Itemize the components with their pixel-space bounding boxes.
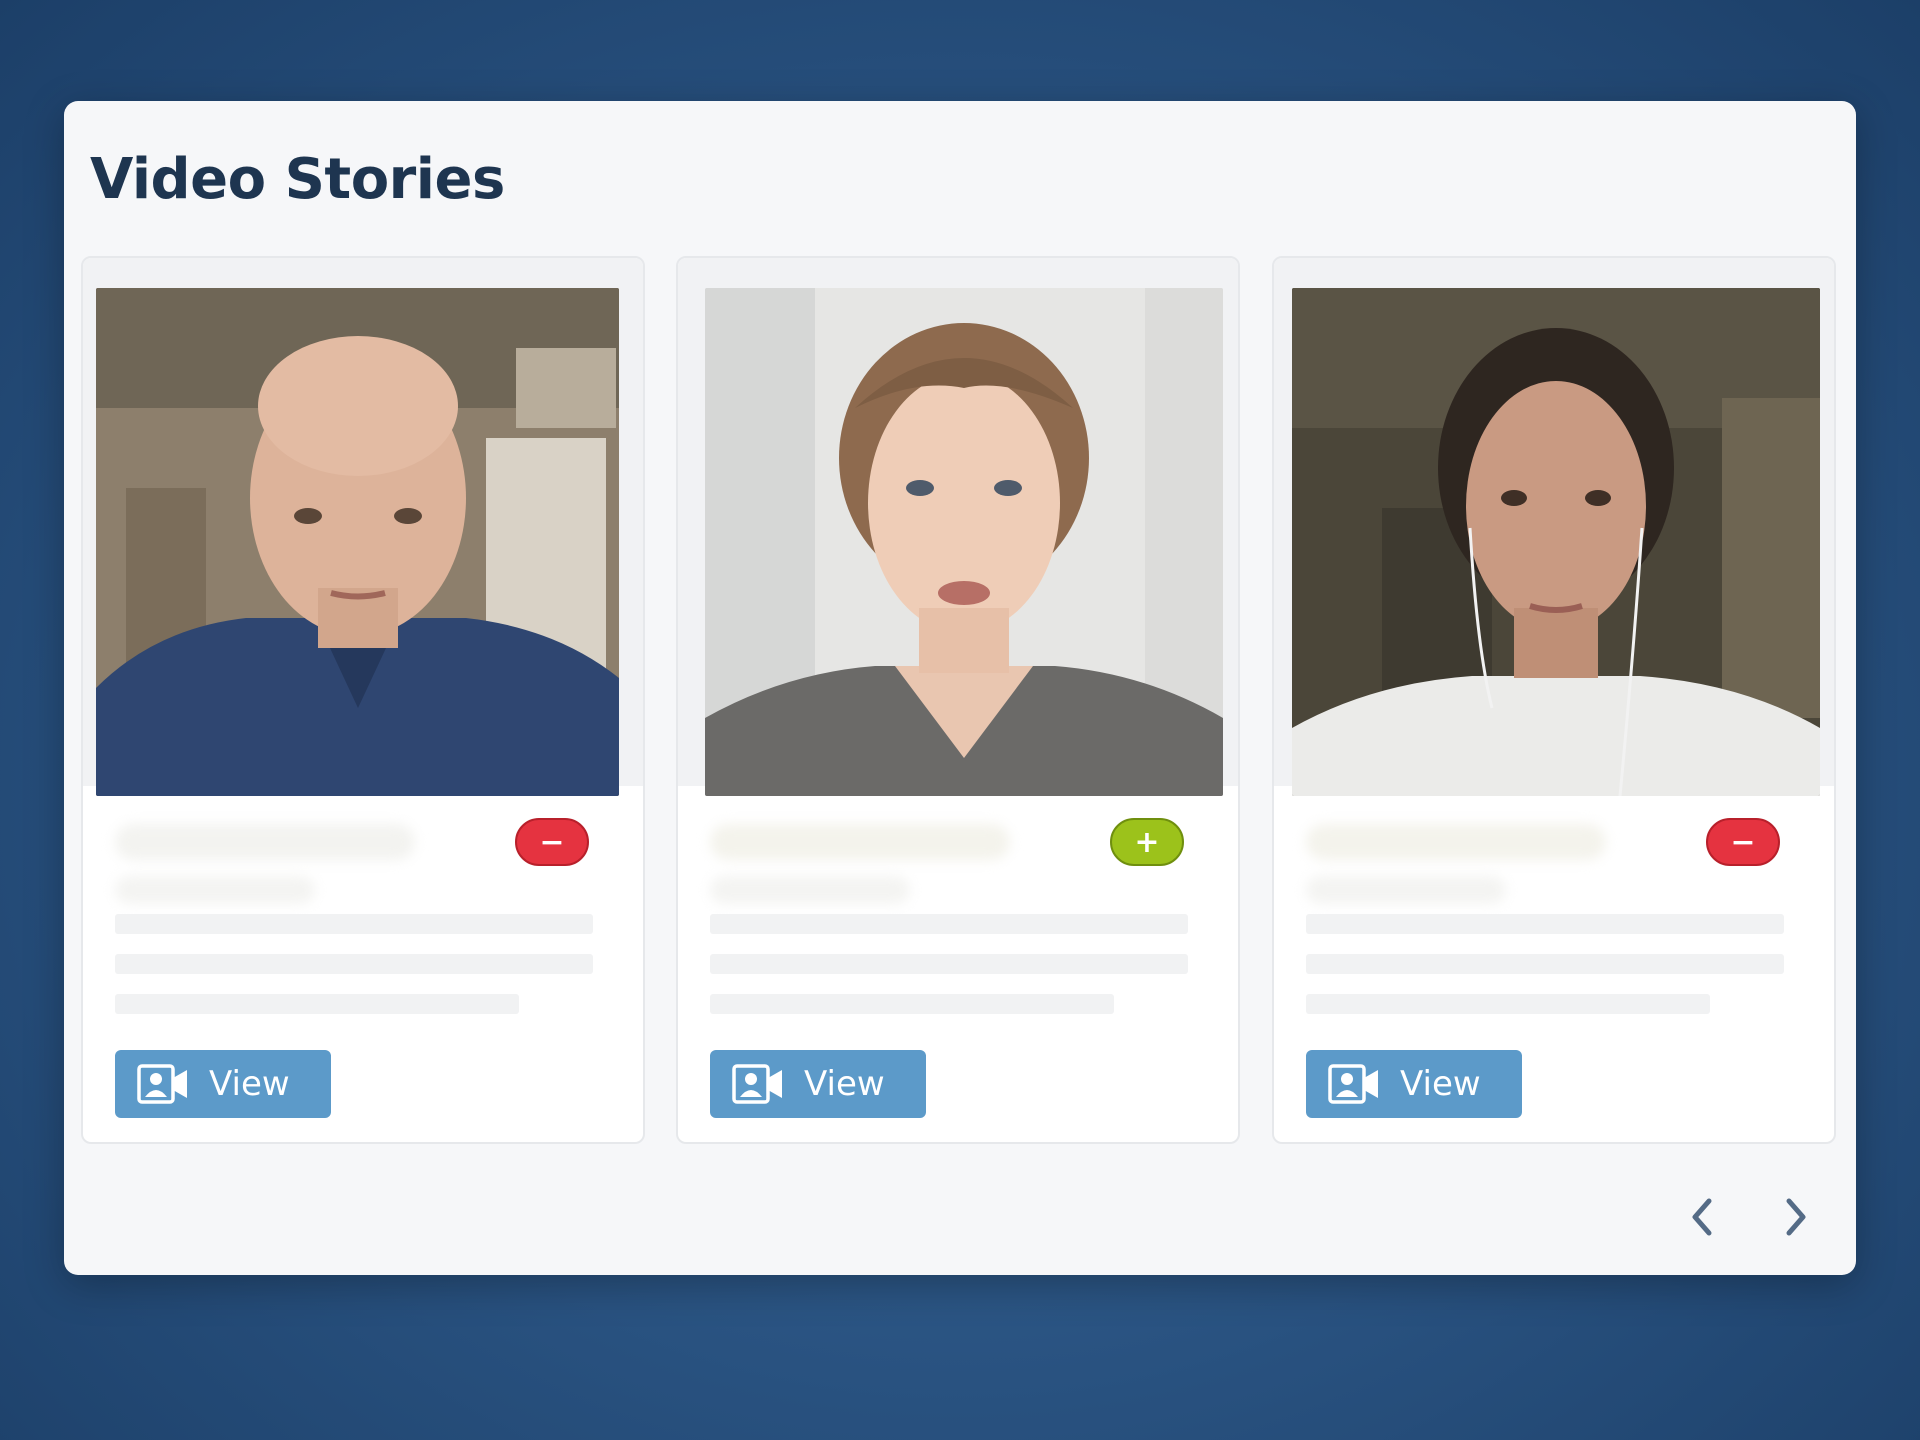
blurred-name xyxy=(1306,824,1606,860)
text-placeholder-line xyxy=(1306,994,1710,1014)
prev-arrow-button[interactable] xyxy=(1681,1189,1725,1245)
view-button-label: View xyxy=(804,1064,885,1104)
text-placeholder-line xyxy=(710,994,1114,1014)
person-portrait-image xyxy=(705,288,1223,796)
view-button[interactable]: View xyxy=(115,1050,331,1118)
add-badge-button[interactable]: + xyxy=(1110,818,1184,866)
text-placeholder-line xyxy=(115,994,519,1014)
remove-badge-button[interactable]: − xyxy=(1706,818,1780,866)
blurred-subtitle xyxy=(710,876,910,904)
text-placeholder-line xyxy=(710,914,1188,934)
view-button-label: View xyxy=(1400,1064,1481,1104)
chevron-left-icon xyxy=(1692,1198,1712,1236)
text-placeholder-line xyxy=(1306,954,1784,974)
view-button-label: View xyxy=(209,1064,290,1104)
video-thumbnail[interactable] xyxy=(705,288,1223,796)
blurred-name xyxy=(710,824,1010,860)
blurred-subtitle xyxy=(115,876,315,904)
remove-badge-button[interactable]: − xyxy=(515,818,589,866)
text-placeholder-line xyxy=(1306,914,1784,934)
blurred-subtitle xyxy=(1306,876,1506,904)
story-card: − View xyxy=(1272,256,1836,1144)
story-card: − View xyxy=(81,256,645,1144)
video-camera-contact-icon xyxy=(732,1064,782,1104)
view-button[interactable]: View xyxy=(710,1050,926,1118)
video-camera-contact-icon xyxy=(137,1064,187,1104)
story-card: + View xyxy=(676,256,1240,1144)
view-button[interactable]: View xyxy=(1306,1050,1522,1118)
text-placeholder-line xyxy=(115,914,593,934)
person-portrait-image xyxy=(96,288,619,796)
page-title: Video Stories xyxy=(90,147,505,212)
text-placeholder-line xyxy=(115,954,593,974)
video-stories-panel: Video Stories − View + View − View xyxy=(64,101,1856,1275)
video-thumbnail[interactable] xyxy=(96,288,619,796)
video-thumbnail[interactable] xyxy=(1292,288,1820,796)
chevron-right-icon xyxy=(1786,1198,1806,1236)
next-arrow-button[interactable] xyxy=(1773,1189,1817,1245)
person-portrait-image xyxy=(1292,288,1820,796)
text-placeholder-line xyxy=(710,954,1188,974)
video-camera-contact-icon xyxy=(1328,1064,1378,1104)
blurred-name xyxy=(115,824,415,860)
